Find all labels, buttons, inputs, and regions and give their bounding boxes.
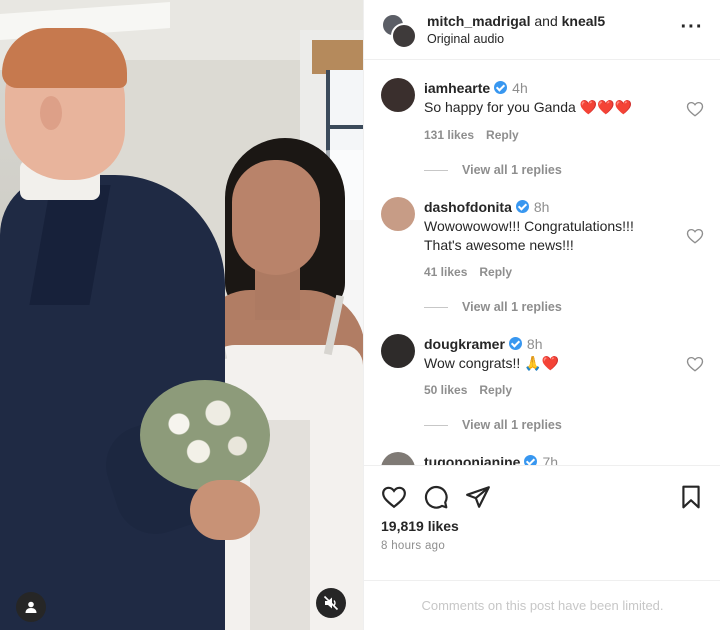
- heart-icon[interactable]: [686, 355, 704, 373]
- comment-meta: 50 likes Reply: [424, 383, 512, 397]
- view-replies-button[interactable]: View all 1 replies: [424, 418, 562, 432]
- comment-time: 4h: [512, 80, 528, 96]
- view-replies-label[interactable]: View all 1 replies: [462, 418, 562, 432]
- post-authors: mitch_madrigal and kneal5: [427, 13, 605, 29]
- comment-icon[interactable]: [423, 484, 449, 510]
- comment-likes[interactable]: 50 likes: [424, 383, 467, 397]
- view-replies-label[interactable]: View all 1 replies: [462, 300, 562, 314]
- comment-username-text[interactable]: iamhearte: [424, 80, 490, 96]
- comment-username-text[interactable]: dougkramer: [424, 336, 505, 352]
- bookmark-icon[interactable]: [678, 484, 704, 510]
- send-icon[interactable]: [465, 484, 491, 510]
- avatar[interactable]: [381, 78, 415, 112]
- comment-username-text[interactable]: tugononianine: [424, 454, 520, 465]
- comments-limited-notice: Comments on this post have been limited.: [364, 580, 720, 630]
- groom-hair: [2, 28, 127, 88]
- reply-button[interactable]: Reply: [479, 383, 512, 397]
- verified-badge-icon: [515, 200, 529, 213]
- avatar[interactable]: [381, 334, 415, 368]
- view-replies-button[interactable]: View all 1 replies: [424, 163, 562, 177]
- user-tag-icon[interactable]: [16, 592, 46, 622]
- muted-speaker-icon[interactable]: [316, 588, 346, 618]
- user-tag-glyph: [25, 601, 37, 613]
- reply-button[interactable]: Reply: [486, 128, 519, 142]
- comment-text: Wowowowow!!! Congratulations!!! That's a…: [424, 218, 634, 253]
- heart-icon[interactable]: [686, 227, 704, 245]
- replies-divider: [424, 170, 448, 172]
- post-side-panel: mitch_madrigal and kneal5 Original audio…: [363, 0, 720, 630]
- audio-link[interactable]: Original audio: [427, 32, 504, 46]
- heart-icon[interactable]: [686, 100, 704, 118]
- view-replies-label[interactable]: View all 1 replies: [462, 163, 562, 177]
- comment-text: So happy for you Ganda ❤️❤️❤️: [424, 99, 632, 115]
- replies-divider: [424, 307, 448, 309]
- comment-time: 7h: [542, 454, 559, 465]
- comment-likes[interactable]: 131 likes: [424, 128, 474, 142]
- comment-time: 8h: [526, 336, 543, 352]
- heart-icon[interactable]: [381, 484, 407, 510]
- comment-username[interactable]: dashofdonita 8h: [424, 199, 549, 215]
- more-horizontal-icon[interactable]: ···: [680, 17, 704, 42]
- view-replies-button[interactable]: View all 1 replies: [424, 300, 562, 314]
- post-timestamp: 8 hours ago: [381, 540, 446, 552]
- photo-wood-beam: [312, 40, 363, 74]
- comments-list[interactable]: iamhearte 4h So happy for you Ganda ❤️❤️❤…: [364, 60, 720, 465]
- groom-ear: [40, 96, 62, 130]
- comment-username[interactable]: dougkramer 8h: [424, 336, 543, 352]
- comment-username-text[interactable]: dashofdonita: [424, 199, 512, 215]
- verified-badge-icon: [524, 455, 538, 465]
- post-actions: 19,819 likes 8 hours ago: [364, 465, 720, 580]
- comment-meta: 41 likes Reply: [424, 265, 512, 279]
- avatar[interactable]: [391, 23, 417, 49]
- replies-divider: [424, 425, 448, 427]
- verified-badge-icon: [508, 337, 522, 350]
- likes-count[interactable]: 19,819 likes: [381, 518, 459, 534]
- bride-face: [232, 160, 320, 275]
- collab-avatars[interactable]: [381, 13, 417, 49]
- post-header: mitch_madrigal and kneal5 Original audio…: [364, 0, 720, 60]
- comment-text: Wow congrats!! 🙏❤️: [424, 355, 559, 371]
- holding-hands: [190, 480, 260, 540]
- verified-badge-icon: [494, 81, 508, 94]
- comment-username[interactable]: iamhearte 4h: [424, 80, 528, 96]
- author-username[interactable]: kneal5: [562, 13, 606, 29]
- comment-time: 8h: [533, 199, 550, 215]
- comment-username[interactable]: tugononianine 7h: [424, 454, 558, 465]
- reply-button[interactable]: Reply: [479, 265, 512, 279]
- avatar[interactable]: [381, 452, 415, 465]
- author-joiner: and: [534, 13, 558, 29]
- post-photo[interactable]: [0, 0, 363, 630]
- comment-likes[interactable]: 41 likes: [424, 265, 467, 279]
- comment-meta: 131 likes Reply: [424, 128, 519, 142]
- author-username[interactable]: mitch_madrigal: [427, 13, 530, 29]
- avatar[interactable]: [381, 197, 415, 231]
- bouquet: [140, 380, 270, 490]
- muted-speaker-glyph: [323, 595, 339, 611]
